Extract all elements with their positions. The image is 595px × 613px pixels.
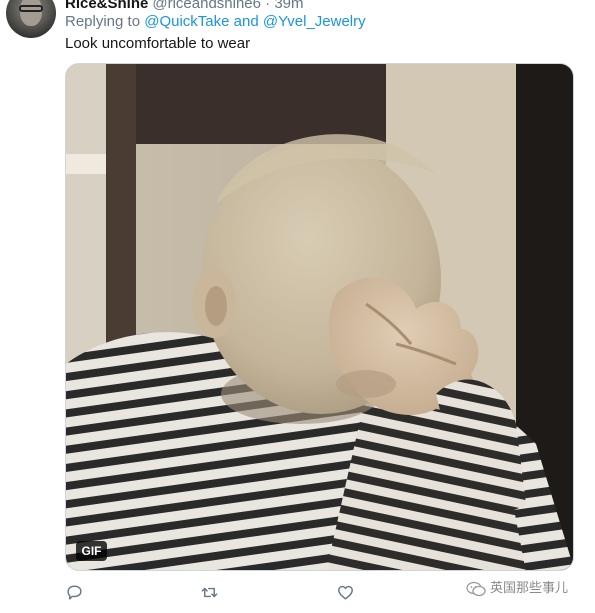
like-icon (337, 585, 353, 600)
wechat-icon (466, 581, 486, 596)
mention-yvel-jewelry[interactable]: @Yvel_Jewelry (263, 13, 366, 30)
handle-time[interactable]: @riceandshine6 · 39m (152, 0, 303, 12)
watermark-text: 英国那些事儿 (490, 581, 569, 596)
mention-joiner[interactable]: and (229, 13, 262, 30)
gif-media[interactable] (65, 63, 574, 571)
retweet-button[interactable] (197, 580, 221, 604)
reply-icon (66, 584, 82, 600)
like-button[interactable] (333, 580, 357, 604)
retweet-icon (201, 587, 217, 597)
tweet[interactable]: Rice&Shine @riceandshine6 · 39m Replying … (0, 0, 595, 613)
replying-to: Replying to @QuickTake and @Yvel_Jewelry (65, 12, 366, 32)
avatar-face (20, 0, 42, 26)
gif-badge: GIF (76, 541, 107, 561)
right-gutter (585, 0, 595, 613)
replying-prefix: Replying to (65, 13, 145, 30)
tweet-text: Look uncomfortable to wear (65, 35, 251, 52)
reply-button[interactable] (62, 580, 86, 604)
avatar-glasses (19, 5, 43, 12)
gif-frame (66, 64, 573, 570)
watermark: 英国那些事儿 (466, 578, 568, 600)
mention-quicktake[interactable]: @QuickTake (144, 13, 229, 30)
avatar[interactable] (6, 0, 56, 38)
display-name[interactable]: Rice&Shine (65, 0, 148, 12)
